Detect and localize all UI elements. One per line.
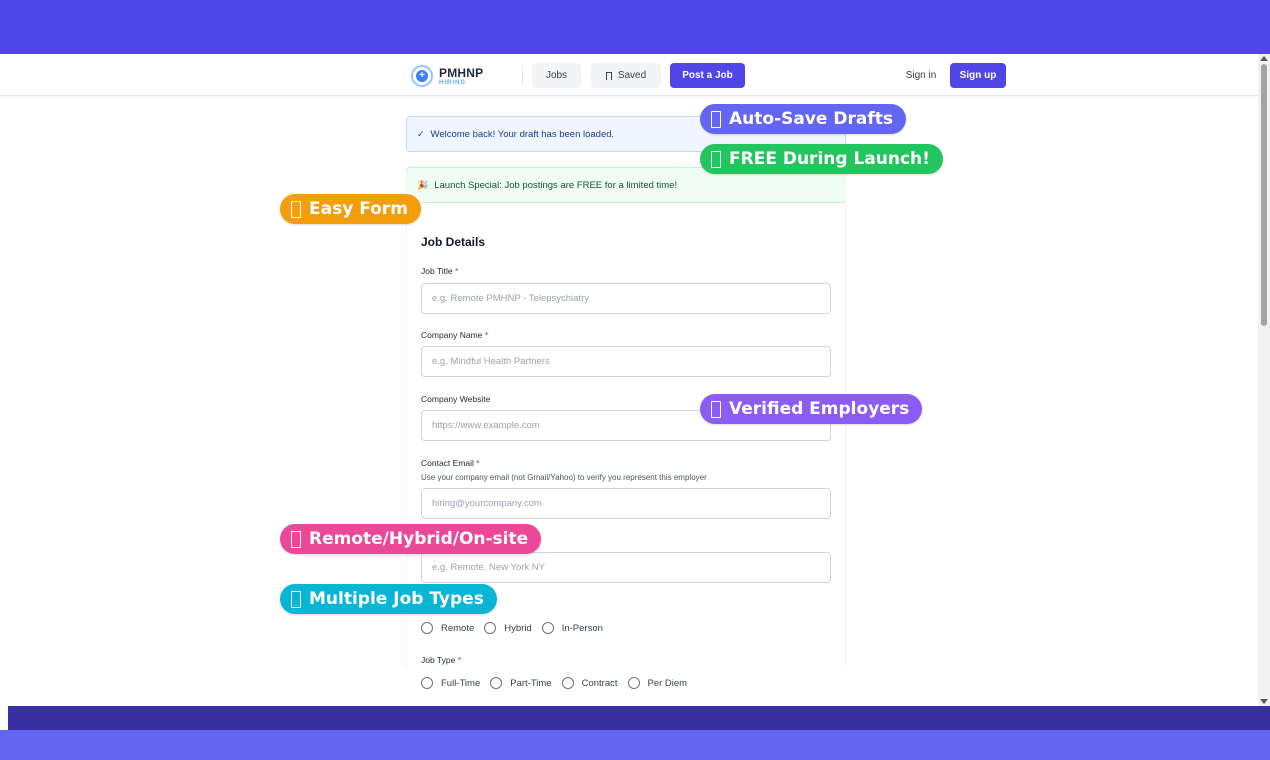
work-mode-radio-group: Remote Hybrid In-Person [421, 622, 613, 634]
glyph-box-icon [711, 150, 721, 168]
remote-hybrid-badge: Remote/Hybrid/On-site [280, 524, 542, 554]
top-banner [0, 0, 1270, 54]
job-type-option-full-time[interactable]: Full-Time [421, 677, 480, 689]
work-mode-option-remote[interactable]: Remote [421, 622, 474, 634]
bottom-banner [0, 706, 1270, 730]
bottom-banner-gap [0, 706, 8, 730]
scroll-thumb[interactable] [1261, 64, 1267, 326]
glyph-box-icon [291, 590, 301, 608]
job-type-option-per-diem[interactable]: Per Diem [627, 677, 687, 689]
easy-form-badge: Easy Form [280, 194, 421, 224]
sign-in-link[interactable]: Sign in [901, 63, 941, 88]
job-title-input[interactable]: e.g. Remote PMHNP - Telepsychiatry [421, 283, 831, 314]
job-type-radio-group: Full-Time Part-Time Contract Per Diem [421, 677, 697, 689]
contact-email-input[interactable]: hiring@yourcompany.com [421, 488, 831, 519]
navbar: + PMHNP HIRING Jobs Saved Post a Job Sig… [0, 54, 1258, 96]
glyph-box-icon [291, 200, 301, 218]
welcome-text: Welcome back! Your draft has been loaded… [430, 128, 615, 140]
nav-saved-button[interactable]: Saved [591, 63, 661, 88]
scroll-up-arrow-icon[interactable] [1260, 56, 1268, 61]
glyph-box-icon [711, 110, 721, 128]
contact-email-help: Use your company email (not Gmail/Yahoo)… [421, 473, 707, 482]
saved-label: Saved [617, 70, 647, 81]
contact-email-label: Contact Email * [421, 458, 480, 468]
nav-jobs-button[interactable]: Jobs [532, 63, 581, 88]
job-title-label: Job Title * [421, 266, 459, 276]
scroll-down-arrow-icon[interactable] [1260, 699, 1268, 704]
job-type-option-contract[interactable]: Contract [561, 677, 618, 689]
company-name-label: Company Name * [421, 330, 489, 340]
logo[interactable]: + PMHNP HIRING [411, 64, 483, 88]
auto-save-badge: Auto-Save Drafts [700, 104, 906, 134]
logo-subtitle: HIRING [439, 79, 466, 86]
job-type-label: Job Type * [421, 655, 462, 665]
section-title: Job Details [421, 235, 486, 249]
bookmark-icon [605, 71, 612, 80]
glyph-box-icon [711, 400, 721, 418]
free-launch-badge: FREE During Launch! [700, 144, 943, 174]
job-type-option-part-time[interactable]: Part-Time [490, 677, 552, 689]
work-mode-option-hybrid[interactable]: Hybrid [484, 622, 532, 634]
verified-employers-badge: Verified Employers [700, 394, 923, 424]
bottom-banner-footer [0, 730, 1270, 760]
location-input[interactable]: e.g. Remote, New York NY [421, 552, 831, 583]
check-icon: ✓ [417, 128, 425, 139]
company-website-label: Company Website [421, 394, 491, 404]
work-mode-option-in-person[interactable]: In-Person [541, 622, 603, 634]
sign-up-button[interactable]: Sign up [950, 63, 1006, 88]
scrollbar[interactable] [1258, 54, 1270, 706]
post-job-button[interactable]: Post a Job [670, 63, 745, 88]
company-name-input[interactable]: e.g. Mindful Health Partners [421, 346, 831, 377]
logo-title: PMHNP [439, 65, 484, 80]
glyph-box-icon [291, 530, 301, 548]
job-types-badge: Multiple Job Types [280, 584, 497, 614]
logo-icon: + [411, 65, 433, 87]
nav-divider [522, 65, 523, 85]
